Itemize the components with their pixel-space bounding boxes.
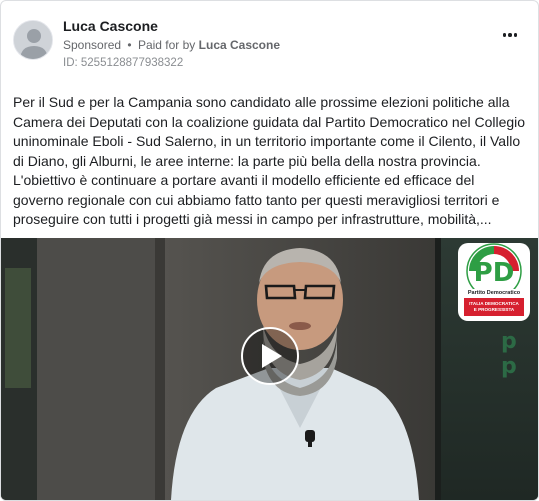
pd-logo: PD Partito Democratico ITALIA DEMOCRATIC… xyxy=(458,243,530,321)
more-horizontal-icon xyxy=(502,33,507,37)
paid-for-name: Luca Cascone xyxy=(198,38,281,52)
post-header: Luca Cascone Sponsored • Paid for by Luc… xyxy=(13,13,526,73)
more-horizontal-icon-dot xyxy=(508,33,512,37)
play-icon xyxy=(262,344,282,368)
author-name[interactable]: Luca Cascone xyxy=(63,18,158,34)
sponsor-line: Sponsored • Paid for by Luca Cascone xyxy=(63,38,280,52)
pd-logo-mark: PD xyxy=(466,243,522,289)
sponsored-label: Sponsored xyxy=(63,38,122,52)
paid-for-label: Paid for by xyxy=(137,38,196,52)
ad-card: Luca Cascone Sponsored • Paid for by Luc… xyxy=(0,0,539,501)
play-button[interactable] xyxy=(241,327,299,385)
avatar[interactable] xyxy=(13,20,53,60)
pd-banner: ITALIA DEMOCRATICA E PROGRESSISTA xyxy=(464,298,524,316)
svg-text:p: p xyxy=(501,329,517,354)
more-horizontal-icon-dot xyxy=(513,33,518,37)
pd-subtitle: Partito Democratico xyxy=(467,290,521,296)
svg-text:p: p xyxy=(501,354,517,379)
video-player[interactable]: p p PD Partito Democratico ITALIA DEMOCR… xyxy=(1,238,538,500)
pd-banner-line-2: E PROGRESSISTA xyxy=(473,307,515,312)
separator: • xyxy=(127,38,132,52)
post-text: Per il Sud e per la Campania sono candid… xyxy=(13,94,526,227)
pd-letters: PD xyxy=(474,258,515,288)
library-id: ID: 5255128877938322 xyxy=(63,57,184,69)
more-options-button[interactable] xyxy=(498,27,522,43)
avatar-placeholder-icon xyxy=(14,21,52,59)
